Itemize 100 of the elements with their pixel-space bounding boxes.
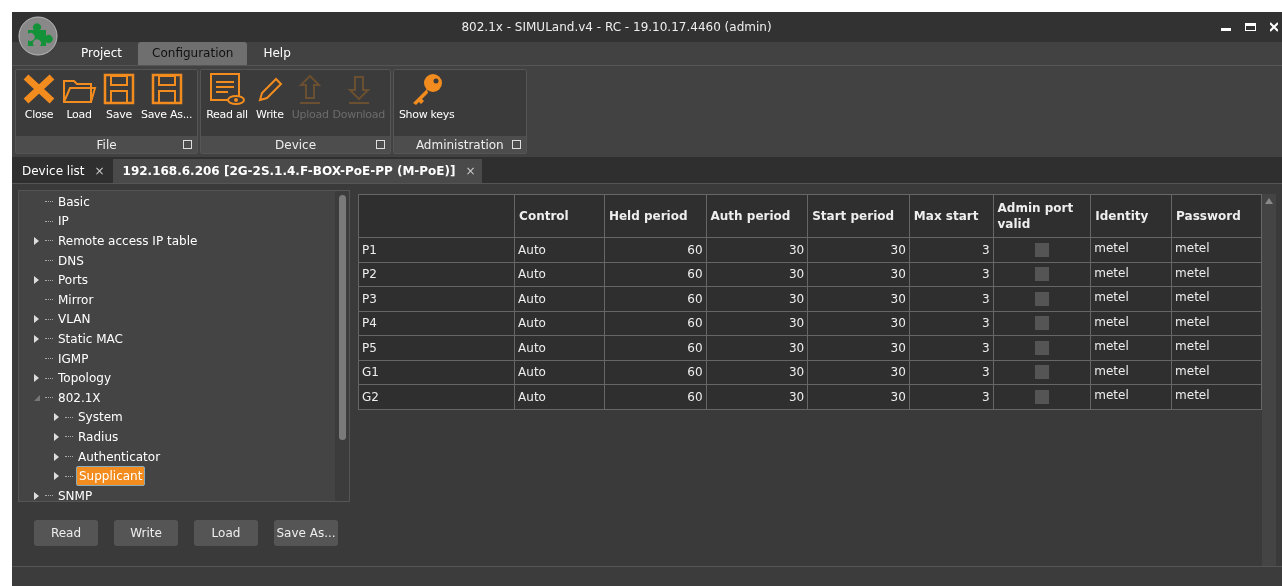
tree-item[interactable]: Mirror bbox=[56, 290, 96, 309]
table-cell: Auto bbox=[514, 335, 605, 360]
table-cell: P4 bbox=[358, 311, 515, 336]
panel-button[interactable]: Write bbox=[114, 520, 178, 546]
column-header: Held period bbox=[604, 194, 707, 238]
tree-item[interactable]: Static MAC bbox=[56, 329, 125, 348]
table-cell: metel bbox=[1090, 311, 1172, 336]
column-header: Start period bbox=[807, 194, 910, 238]
checkbox[interactable] bbox=[1034, 316, 1049, 331]
table-cell: metel bbox=[1171, 286, 1262, 311]
ribbon-button[interactable]: Save As... bbox=[139, 72, 195, 134]
table-cell: metel bbox=[1090, 262, 1172, 287]
table-cell: P1 bbox=[358, 237, 515, 262]
checkbox[interactable] bbox=[1034, 389, 1049, 404]
table-cell: 30 bbox=[807, 262, 910, 287]
ribbon-button[interactable]: Close bbox=[19, 72, 59, 134]
table-cell: 60 bbox=[604, 384, 707, 409]
tree-item[interactable]: Topology bbox=[56, 369, 113, 388]
table-cell: 30 bbox=[807, 311, 910, 336]
expand-arrow-icon[interactable] bbox=[33, 333, 41, 344]
tree-item[interactable]: 802.1X bbox=[56, 388, 103, 407]
checkbox[interactable] bbox=[1034, 291, 1049, 306]
table-cell: 3 bbox=[909, 335, 994, 360]
tree-item[interactable]: System bbox=[76, 408, 125, 427]
table-cell: P3 bbox=[358, 286, 515, 311]
tree-item[interactable]: VLAN bbox=[56, 310, 93, 329]
tree-item[interactable]: Remote access IP table bbox=[56, 232, 200, 250]
group-label: Administration bbox=[415, 136, 504, 154]
table-cell: Auto bbox=[514, 311, 605, 336]
table-cell: Auto bbox=[514, 360, 605, 385]
expand-arrow-icon[interactable] bbox=[53, 471, 61, 482]
table-cell: 30 bbox=[807, 286, 910, 311]
table-cell: 60 bbox=[604, 335, 707, 360]
table-cell: metel bbox=[1171, 335, 1262, 360]
tree-item[interactable]: IP bbox=[56, 212, 71, 231]
expand-arrow-icon[interactable] bbox=[53, 431, 61, 442]
panel-button[interactable]: Read bbox=[34, 520, 98, 546]
scrollbar[interactable] bbox=[335, 191, 349, 501]
group-label: Device bbox=[275, 136, 317, 154]
close-icon[interactable]: × bbox=[465, 162, 476, 180]
panel-button[interactable]: Save As... bbox=[274, 520, 338, 546]
table-cell: 30 bbox=[706, 286, 808, 311]
table-cell: 30 bbox=[706, 384, 808, 409]
table-cell: metel bbox=[1090, 237, 1172, 262]
table-cell: metel bbox=[1171, 360, 1262, 385]
ribbon-button[interactable]: Save bbox=[99, 72, 139, 134]
tree-item[interactable]: DNS bbox=[56, 251, 86, 270]
panel-button[interactable]: Load bbox=[194, 520, 258, 546]
expand-arrow-icon[interactable] bbox=[53, 412, 61, 423]
table-cell: Auto bbox=[514, 384, 605, 409]
table-cell: 60 bbox=[604, 286, 707, 311]
table-cell: 60 bbox=[604, 360, 707, 385]
expand-icon[interactable] bbox=[511, 140, 521, 149]
ribbon-button[interactable]: Load bbox=[59, 72, 99, 134]
scrollbar[interactable] bbox=[1262, 194, 1276, 566]
menu-tab[interactable]: Project bbox=[67, 42, 137, 65]
table-cell: metel bbox=[1171, 262, 1262, 287]
ribbon-button[interactable]: Write bbox=[249, 72, 290, 134]
table-cell: 30 bbox=[807, 237, 910, 262]
document-eye-icon bbox=[209, 72, 246, 106]
maximize-icon[interactable] bbox=[1245, 22, 1256, 32]
document-tab[interactable]: 192.168.6.206 [2G-2S.1.4.F-BOX-PoE-PP (M-PoE)] bbox=[122, 162, 456, 180]
table-cell: 30 bbox=[706, 360, 808, 385]
table-cell: Auto bbox=[514, 262, 605, 287]
scroll-up-icon[interactable] bbox=[1265, 198, 1273, 204]
tree-item[interactable]: SNMP bbox=[56, 486, 95, 505]
checkbox[interactable] bbox=[1034, 340, 1049, 355]
table-cell: metel bbox=[1090, 384, 1172, 409]
tree-item[interactable]: IGMP bbox=[56, 349, 91, 368]
tree-item[interactable]: Basic bbox=[56, 192, 92, 211]
checkbox[interactable] bbox=[1034, 365, 1049, 380]
column-header: Control bbox=[514, 194, 605, 238]
tree-item[interactable]: Radius bbox=[76, 427, 121, 446]
expand-arrow-icon[interactable] bbox=[33, 490, 41, 501]
expand-arrow-icon[interactable] bbox=[33, 314, 41, 325]
checkbox[interactable] bbox=[1034, 267, 1049, 282]
expand-arrow-icon[interactable] bbox=[53, 451, 61, 462]
group-label: File bbox=[96, 136, 117, 154]
document-tab[interactable]: Device list bbox=[22, 162, 85, 180]
tree-item[interactable]: Ports bbox=[56, 271, 91, 290]
menu-tab[interactable]: Help bbox=[249, 42, 305, 65]
expand-arrow-icon[interactable] bbox=[33, 373, 41, 384]
expand-arrow-icon[interactable] bbox=[33, 236, 41, 246]
table-cell: 3 bbox=[909, 360, 994, 385]
tree-item[interactable]: Authenticator bbox=[76, 447, 163, 466]
table-cell: metel bbox=[1171, 311, 1262, 336]
checkbox[interactable] bbox=[1034, 242, 1049, 257]
table-cell: G2 bbox=[358, 384, 515, 409]
expand-icon[interactable] bbox=[183, 140, 193, 149]
table-cell: 30 bbox=[807, 335, 910, 360]
table-cell: 30 bbox=[807, 384, 910, 409]
ribbon-button[interactable]: Read all bbox=[204, 72, 250, 134]
menu-tab[interactable]: Configuration bbox=[138, 42, 248, 65]
ribbon-button[interactable]: Show keys bbox=[396, 72, 457, 134]
expand-arrow-icon[interactable] bbox=[33, 275, 41, 286]
close-icon[interactable] bbox=[1270, 22, 1278, 32]
table-cell: 3 bbox=[909, 286, 994, 311]
table-cell: 30 bbox=[706, 311, 808, 336]
close-icon[interactable]: × bbox=[94, 162, 105, 180]
expand-icon[interactable] bbox=[375, 140, 385, 149]
